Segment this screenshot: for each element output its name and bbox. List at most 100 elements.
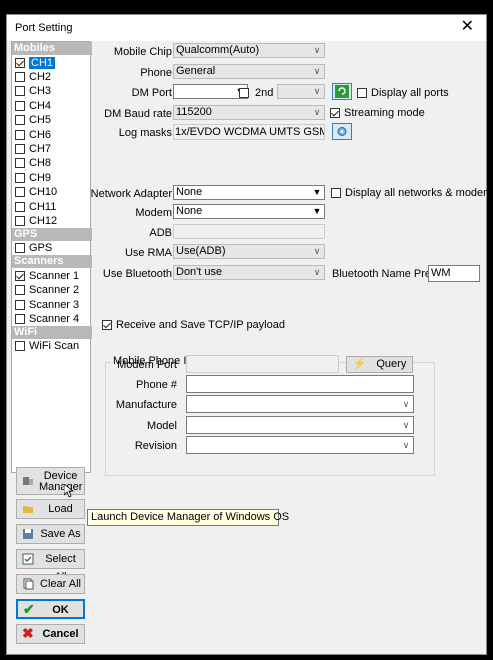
ok-button[interactable]: ✔ OK (16, 599, 85, 619)
list-item-checkbox[interactable] (15, 299, 25, 310)
list-item-checkbox[interactable] (15, 243, 25, 254)
lightning-icon: ⚡ (352, 358, 367, 370)
list-item-checkbox[interactable] (15, 201, 25, 212)
manufacture-select[interactable]: ∨ (186, 395, 414, 413)
device-manager-button[interactable]: Device Manager (16, 467, 85, 495)
list-item-ch6[interactable]: CH6 (15, 128, 51, 142)
cancel-x-icon: ✖ (22, 625, 34, 641)
mouse-cursor-icon (64, 484, 74, 498)
list-item-ch3[interactable]: CH3 (15, 84, 51, 98)
list-item-checkbox[interactable] (15, 100, 25, 111)
adb-field[interactable] (173, 224, 325, 239)
list-item-scanner-3[interactable]: Scanner 3 (15, 298, 79, 312)
display-all-networks-checkbox[interactable]: Display all networks & modems (331, 187, 493, 199)
log-masks-field[interactable]: 1x/EVDO WCDMA UMTS GSM LT (173, 124, 325, 140)
phone-select[interactable]: General ∨ (173, 64, 325, 79)
chevron-down-icon: ∨ (402, 440, 410, 450)
tcp-payload-label: Receive and Save TCP/IP payload (116, 319, 285, 331)
list-item-scanner-2[interactable]: Scanner 2 (15, 283, 79, 297)
phone-label: Phone (140, 67, 172, 79)
dm-port-2nd-checkbox[interactable] (239, 87, 253, 99)
list-item-label: CH9 (29, 171, 52, 184)
list-item-checkbox[interactable] (15, 313, 25, 324)
list-item-checkbox[interactable] (15, 215, 25, 226)
model-select[interactable]: ∨ (186, 416, 414, 434)
dm-port-select[interactable]: ▼ (173, 84, 248, 99)
cancel-button[interactable]: ✖ Cancel (16, 624, 85, 644)
list-item-wifi-scan[interactable]: WiFi Scan (15, 339, 79, 353)
log-masks-button[interactable] (332, 123, 352, 140)
list-item-label: CH10 (29, 186, 58, 199)
list-item-ch7[interactable]: CH7 (15, 142, 51, 156)
list-item-checkbox[interactable] (15, 57, 25, 68)
list-item-gps[interactable]: GPS (15, 241, 52, 255)
model-label: Model (147, 420, 177, 432)
tcp-payload-checkbox[interactable]: Receive and Save TCP/IP payload (102, 319, 285, 331)
list-item-ch1[interactable]: CH1 (15, 56, 56, 70)
revision-select[interactable]: ∨ (186, 436, 414, 454)
list-item-ch10[interactable]: CH10 (15, 185, 57, 199)
network-adapter-select[interactable]: None ▼ (173, 185, 325, 200)
query-button[interactable]: ⚡ Query (346, 356, 413, 373)
list-item-ch11[interactable]: CH11 (15, 200, 56, 214)
list-item-checkbox[interactable] (15, 270, 25, 281)
list-item-label: Scanner 1 (29, 269, 80, 282)
list-item-ch8[interactable]: CH8 (15, 156, 51, 170)
display-all-ports-label: Display all ports (371, 87, 449, 99)
list-item-scanner-4[interactable]: Scanner 4 (15, 312, 79, 326)
list-item-checkbox[interactable] (15, 143, 25, 154)
bt-prefix-value: WM (431, 267, 451, 279)
list-item-checkbox[interactable] (15, 158, 25, 169)
list-item-label: CH6 (29, 128, 52, 141)
list-item-checkbox[interactable] (15, 341, 25, 352)
list-item-label: GPS (29, 242, 53, 255)
list-item-scanner-1[interactable]: Scanner 1 (15, 269, 79, 283)
list-item-checkbox[interactable] (15, 129, 25, 140)
clear-all-button[interactable]: Clear All (16, 574, 85, 594)
select-all-button[interactable]: Select All (16, 549, 85, 583)
save-as-button[interactable]: Save As (16, 524, 85, 544)
port-setting-window: Port Setting ✕ Mobiles CH1 CH2 CH3 CH4 CH5 CH6… (6, 14, 493, 655)
load-button[interactable]: Load (16, 499, 85, 519)
group-header-mobiles: Mobiles (12, 42, 92, 55)
modem-port-field[interactable] (186, 355, 339, 373)
list-item-checkbox[interactable] (15, 86, 25, 97)
use-bluetooth-value: Don't use (176, 266, 223, 278)
list-item-ch9[interactable]: CH9 (15, 171, 51, 185)
revision-label: Revision (134, 440, 177, 452)
list-item-checkbox[interactable] (15, 285, 25, 296)
display-all-networks-label: Display all networks & modems (345, 187, 493, 199)
settings-icon (337, 127, 347, 136)
channel-list-panel[interactable]: Mobiles CH1 CH2 CH3 CH4 CH5 CH6 CH7 CH8 CH9 CH10 CH… (11, 41, 92, 473)
mobile-chip-select[interactable]: Qualcomm(Auto) ∨ (173, 43, 325, 58)
load-label: Load (48, 503, 73, 515)
list-item-label: CH1 (29, 56, 56, 69)
folder-open-icon (23, 506, 33, 513)
dm-baud-select[interactable]: 115200 ∨ (173, 105, 325, 120)
dm-port-2nd-select[interactable]: ∨ (277, 84, 325, 99)
display-all-ports-checkbox[interactable]: Display all ports (357, 87, 449, 99)
list-item-ch12[interactable]: CH12 (15, 214, 57, 228)
list-item-ch5[interactable]: CH5 (15, 113, 51, 127)
list-item-checkbox[interactable] (15, 115, 25, 126)
list-item-label: CH5 (29, 114, 52, 127)
list-item-ch2[interactable]: CH2 (15, 70, 51, 84)
list-item-ch4[interactable]: CH4 (15, 99, 51, 113)
list-item-checkbox[interactable] (15, 187, 25, 198)
modem-select[interactable]: None ▼ (173, 204, 325, 219)
list-item-label: CH3 (29, 85, 52, 98)
use-bluetooth-select[interactable]: Don't use ∨ (173, 265, 325, 280)
query-label: Query (376, 358, 407, 370)
streaming-mode-checkbox[interactable]: Streaming mode (330, 107, 425, 119)
list-item-checkbox[interactable] (15, 71, 25, 82)
refresh-ports-button[interactable] (332, 83, 352, 100)
network-adapter-value: None (176, 186, 203, 198)
phone-number-input[interactable] (186, 375, 414, 393)
bt-prefix-input[interactable]: WM (428, 265, 480, 282)
list-item-checkbox[interactable] (15, 172, 25, 183)
use-rma-select[interactable]: Use(ADB) ∨ (173, 244, 325, 259)
group-header-scanners: Scanners (12, 255, 92, 269)
close-icon[interactable]: ✕ (461, 18, 474, 36)
streaming-mode-label: Streaming mode (344, 107, 425, 119)
chevron-down-icon: ∨ (313, 267, 321, 277)
